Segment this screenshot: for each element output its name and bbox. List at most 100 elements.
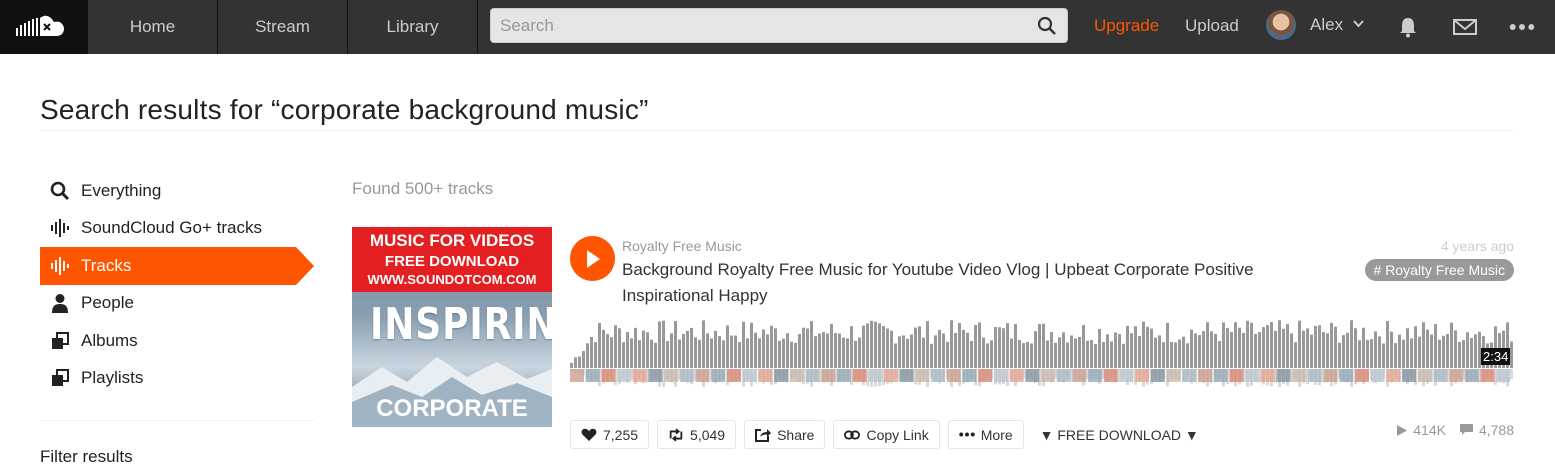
waveform-bar xyxy=(582,350,585,368)
waveform-bar xyxy=(986,343,989,368)
waveform-bar xyxy=(662,320,665,368)
waveform-bar xyxy=(586,343,589,368)
nav-library[interactable]: Library xyxy=(348,0,478,54)
waveform-bar xyxy=(958,323,961,368)
waveform-bar xyxy=(574,357,577,368)
waveform-bar xyxy=(1026,342,1029,368)
waveform-bar xyxy=(1094,343,1097,368)
waveform-bar xyxy=(1294,342,1297,368)
track-waveform[interactable] xyxy=(570,318,1514,388)
waveform-bar xyxy=(1378,336,1381,368)
waveform-bar xyxy=(598,322,601,368)
user-menu[interactable]: Alex xyxy=(1266,10,1364,40)
waveform-bar xyxy=(870,320,873,368)
waveform-bar xyxy=(1030,343,1033,368)
sidebar-item-tracks[interactable]: Tracks xyxy=(40,247,314,285)
waveform-bar xyxy=(1370,339,1373,368)
comment-count[interactable]: 4,788 xyxy=(1459,422,1514,438)
track-artwork[interactable]: MUSIC FOR VIDEOS FREE DOWNLOAD WWW.SOUND… xyxy=(352,227,552,427)
waveform-bar xyxy=(970,341,973,368)
waveform-bar xyxy=(794,342,797,368)
comment-avatar-marker xyxy=(601,369,616,382)
waveform-bar xyxy=(1198,334,1201,368)
waveform-bar xyxy=(1454,330,1457,368)
comment-avatar-marker xyxy=(1056,369,1071,382)
heart-icon xyxy=(581,427,597,443)
upgrade-link[interactable]: Upgrade xyxy=(1094,16,1159,36)
waveform-bar xyxy=(1242,333,1245,368)
comment-avatar-marker xyxy=(1260,369,1275,382)
waveform-bar xyxy=(1102,341,1105,368)
waveform-bar xyxy=(1006,323,1009,368)
waveform-bar xyxy=(774,328,777,368)
waveform-bar xyxy=(930,343,933,368)
sidebar-item-label: Playlists xyxy=(81,368,144,388)
sidebar-item-label: SoundCloud Go+ tracks xyxy=(81,218,262,238)
comment-icon xyxy=(1459,424,1473,436)
waveform-bar xyxy=(682,333,685,368)
comment-avatar-marker xyxy=(1386,369,1401,382)
waveform-bar xyxy=(1218,341,1221,368)
copy-link-button[interactable]: Copy Link xyxy=(833,420,940,449)
waveform-bar xyxy=(834,333,837,368)
waveform-bar xyxy=(1078,336,1081,368)
artwork-banner: MUSIC FOR VIDEOS FREE DOWNLOAD WWW.SOUND… xyxy=(352,227,552,292)
waveform-bar xyxy=(974,324,977,368)
search-button[interactable] xyxy=(1027,9,1067,42)
notifications-bell-icon[interactable] xyxy=(1395,14,1421,40)
waveform-bar xyxy=(822,332,825,368)
comment-avatar-marker xyxy=(742,369,757,382)
comment-avatar-marker xyxy=(978,369,993,382)
sidebar-item-everything[interactable]: Everything xyxy=(40,172,315,210)
sidebar-item-people[interactable]: People xyxy=(40,285,315,323)
comment-avatar-marker xyxy=(1182,369,1197,382)
more-button[interactable]: More xyxy=(947,420,1024,449)
waveform-bar xyxy=(1166,322,1169,368)
sidebar-item-go-plus-tracks[interactable]: SoundCloud Go+ tracks xyxy=(40,210,315,248)
upload-link[interactable]: Upload xyxy=(1185,16,1239,36)
waveform-bar xyxy=(1246,320,1249,368)
waveform-bar xyxy=(1110,341,1113,368)
waveform-bar xyxy=(842,337,845,368)
waveform-bar xyxy=(1430,334,1433,368)
waveform-bar xyxy=(1038,324,1041,368)
comment-avatar-marker xyxy=(821,369,836,382)
waveform-bar xyxy=(926,321,929,368)
comment-avatar-marker xyxy=(868,369,883,382)
waveform-bar xyxy=(890,330,893,368)
track-uploader-link[interactable]: Royalty Free Music xyxy=(622,238,742,254)
play-button[interactable] xyxy=(570,236,615,281)
free-download-link[interactable]: ▼ FREE DOWNLOAD ▼ xyxy=(1032,420,1199,449)
waveform-bar xyxy=(1362,327,1365,368)
repost-button[interactable]: 5,049 xyxy=(657,420,737,449)
waveform-bar xyxy=(1034,331,1037,368)
waveform-bar xyxy=(754,332,757,368)
track-tag[interactable]: # Royalty Free Music xyxy=(1364,259,1514,281)
search-input[interactable] xyxy=(491,9,1027,42)
messages-envelope-icon[interactable] xyxy=(1452,14,1478,40)
waveform-bar xyxy=(1386,320,1389,368)
waveform-bar xyxy=(1086,340,1089,368)
waveform-bar xyxy=(1082,325,1085,368)
nav-stream[interactable]: Stream xyxy=(218,0,348,54)
share-button[interactable]: Share xyxy=(744,420,826,449)
waveform-bar xyxy=(954,333,957,368)
comment-avatar-marker xyxy=(1245,369,1260,382)
sidebar-item-label: Albums xyxy=(81,330,138,350)
comment-avatar-marker xyxy=(1402,369,1417,382)
comment-avatar-marker xyxy=(805,369,820,382)
waveform-bar xyxy=(606,334,609,368)
waveform-bar xyxy=(578,356,581,368)
waveform-bar xyxy=(1446,333,1449,368)
waveform-bar xyxy=(746,338,749,368)
track-title-link[interactable]: Background Royalty Free Music for Youtub… xyxy=(622,257,1342,309)
nav-home[interactable]: Home xyxy=(88,0,218,54)
sidebar-item-albums[interactable]: Albums xyxy=(40,322,315,360)
waveform-bar xyxy=(1222,322,1225,368)
comment-avatar-marker xyxy=(570,369,584,382)
top-header: Home Stream Library Upgrade Upload Alex xyxy=(0,0,1555,54)
more-options-icon[interactable] xyxy=(1509,14,1535,40)
soundcloud-logo[interactable] xyxy=(0,0,88,54)
like-button[interactable]: 7,255 xyxy=(570,420,650,449)
sidebar-item-playlists[interactable]: Playlists xyxy=(40,360,315,398)
